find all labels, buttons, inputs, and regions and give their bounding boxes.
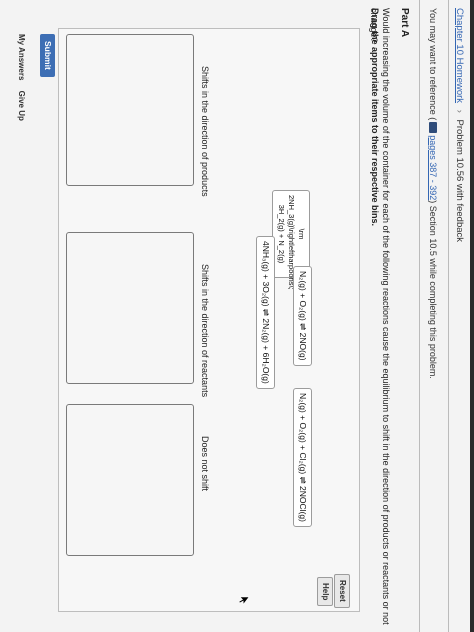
- breadcrumb: Chapter 10 Homework › Problem 10.56 with…: [451, 8, 467, 242]
- rotated-page: Chapter 10 Homework › Problem 10.56 with…: [0, 0, 470, 632]
- header-divider: [448, 0, 449, 632]
- bin-label-no-shift: Does not shift: [200, 436, 210, 492]
- help-button[interactable]: Help: [317, 577, 333, 607]
- my-answers-link[interactable]: My Answers: [17, 34, 26, 80]
- intro-divider: [419, 0, 420, 632]
- problem-title: Problem 10.56 with feedback: [454, 119, 465, 243]
- intro-suffix: ) Section 10.5 while completing this pro…: [428, 200, 438, 379]
- pointer-cursor-icon: [238, 596, 250, 606]
- bin-no-shift[interactable]: [66, 404, 194, 556]
- intro-prefix: You may want to reference (: [428, 8, 438, 121]
- bin-products[interactable]: [66, 34, 194, 186]
- part-a-heading: Part A: [399, 8, 410, 38]
- pages-reference-link[interactable]: pages 387 - 392: [428, 135, 438, 200]
- give-up-link[interactable]: Give Up: [17, 91, 26, 121]
- submit-button[interactable]: Submit: [40, 34, 55, 77]
- bin-reactants[interactable]: [66, 232, 194, 384]
- chapter-homework-link[interactable]: Chapter 10 Homework: [454, 8, 465, 103]
- book-icon: [429, 122, 437, 134]
- draggable-item-broken-nh3[interactable]: \rm 2NH_3(g)\rightleftharpoons\; 3H_2(g)…: [272, 190, 310, 290]
- bin-label-products: Shifts in the direction of products: [200, 66, 210, 197]
- drag-instruction: Drag the appropriate items to their resp…: [370, 8, 380, 227]
- bin-label-reactants: Shifts in the direction of reactants: [200, 264, 210, 398]
- draggable-item-n2-o2[interactable]: N₂(g) + O₂(g) ⇌ 2NO(g): [293, 266, 312, 366]
- reset-button[interactable]: Reset: [334, 574, 350, 608]
- breadcrumb-separator: ›: [454, 109, 465, 113]
- draggable-item-nh3-o2[interactable]: 4NH₃(g) + 3O₂(g) ⇌ 2N₂(g) + 6H₂O(g): [256, 236, 275, 389]
- draggable-item-n2-o2-cl2[interactable]: N₂(g) + O₂(g) + Cl₂(g) ⇌ 2NOCl(g): [293, 388, 312, 527]
- reference-intro: You may want to reference ( pages 387 - 3…: [427, 8, 439, 608]
- answer-links: My Answers Give Up: [14, 34, 29, 129]
